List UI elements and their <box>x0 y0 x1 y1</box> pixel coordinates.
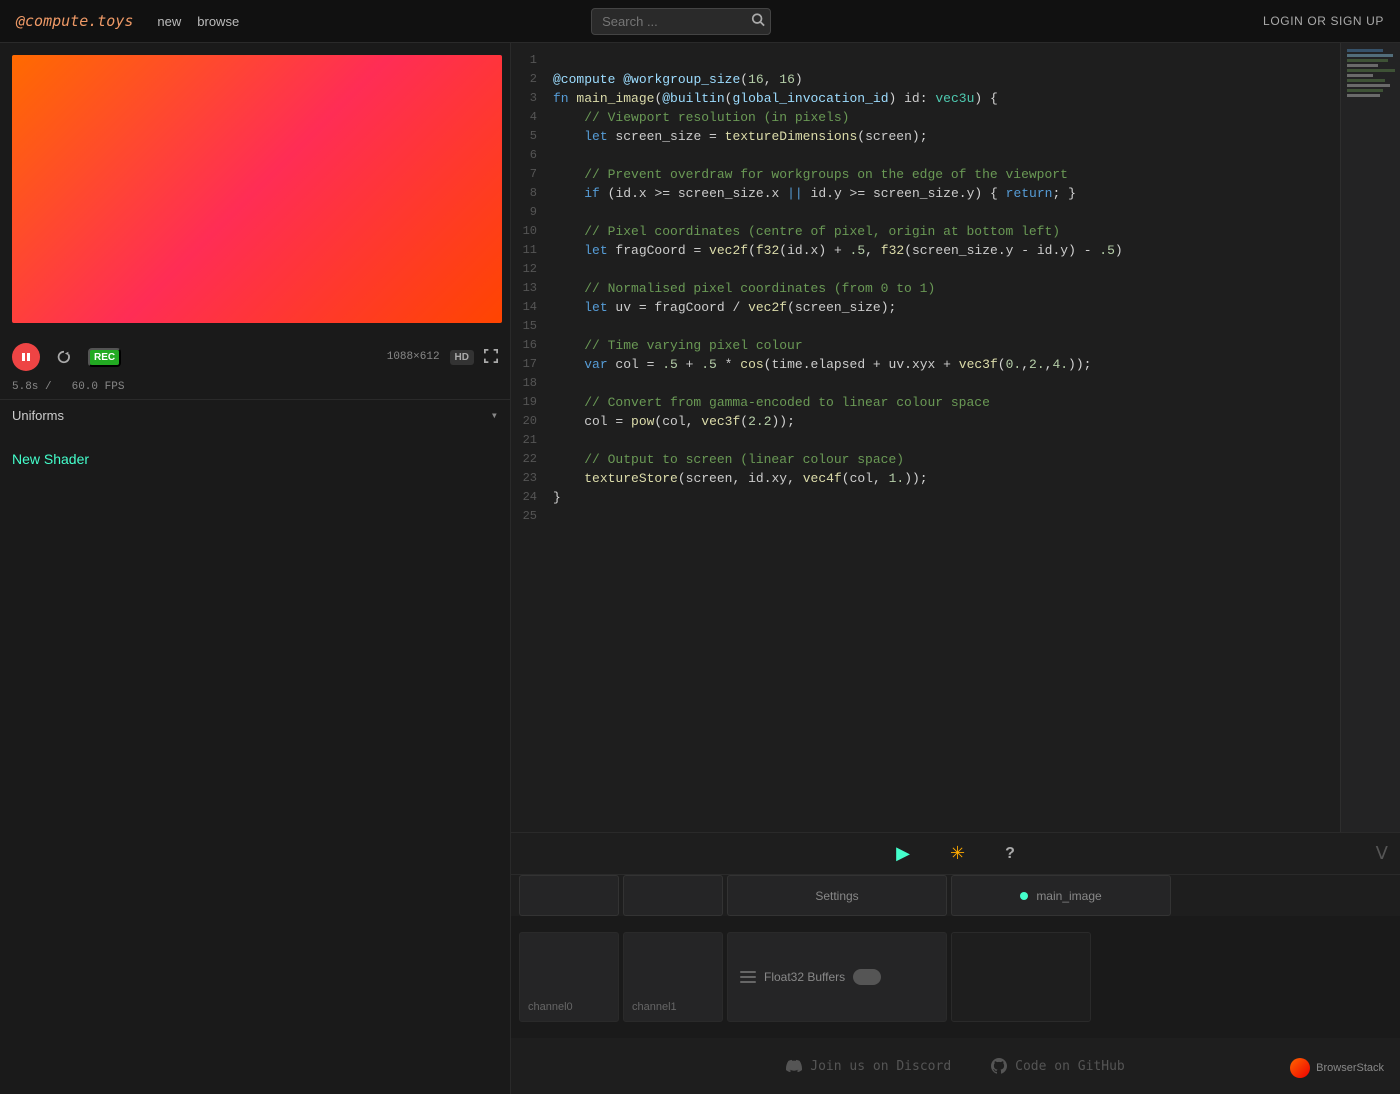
code-line-10: 10 // Pixel coordinates (centre of pixel… <box>511 222 1400 241</box>
logo-suffix: toys <box>97 12 133 30</box>
controls-bar: REC 1088×612 HD <box>0 335 510 379</box>
code-line-22: 22 // Output to screen (linear colour sp… <box>511 450 1400 469</box>
uniforms-label: Uniforms <box>12 408 491 423</box>
float32-tab[interactable]: Float32 Buffers <box>727 932 947 1022</box>
new-shader-area: New Shader <box>0 431 510 1094</box>
logo-prefix: @compute. <box>16 12 97 30</box>
stats-row: 5.8s / 60.0 FPS <box>0 379 510 399</box>
code-line-8: 8 if (id.x >= screen_size.x || id.y >= s… <box>511 184 1400 203</box>
volta-icon: Ⅴ <box>1376 843 1388 865</box>
channel1-tab[interactable]: channel1 <box>623 932 723 1022</box>
auth-links[interactable]: LOGIN OR SIGN UP <box>1263 14 1384 28</box>
code-line-25: 25 <box>511 507 1400 526</box>
search-button[interactable] <box>751 13 765 30</box>
restart-button[interactable] <box>50 343 78 371</box>
tab-settings[interactable]: Settings <box>727 875 947 916</box>
code-line-5: 5 let screen_size = textureDimensions(sc… <box>511 127 1400 146</box>
code-line-17: 17 var col = .5 + .5 * cos(time.elapsed … <box>511 355 1400 374</box>
code-line-6: 6 <box>511 146 1400 165</box>
bottom-tab-bar: channel0 channel1 Float32 Buffers <box>519 932 1392 1022</box>
browserstack-badge: BrowserStack <box>1290 1058 1384 1078</box>
minimap <box>1340 43 1400 832</box>
code-line-24: 24 } <box>511 488 1400 507</box>
footer-links: Join us on Discord Code on GitHub <box>511 1038 1400 1094</box>
code-line-19: 19 // Convert from gamma-encoded to line… <box>511 393 1400 412</box>
github-label: Code on GitHub <box>1015 1059 1125 1074</box>
active-indicator <box>1020 892 1028 900</box>
tab-1[interactable] <box>519 875 619 916</box>
right-panel: 1 2 @compute @workgroup_size(16, 16) 3 f… <box>510 43 1400 1094</box>
code-editor[interactable]: 1 2 @compute @workgroup_size(16, 16) 3 f… <box>511 43 1400 832</box>
nav-new[interactable]: new <box>157 14 181 29</box>
browserstack-label: BrowserStack <box>1316 1062 1384 1074</box>
logo: @compute.toys <box>16 12 133 30</box>
editor-footer: ▶ ✳ ? Ⅴ <box>511 832 1400 874</box>
float32-label: Float32 Buffers <box>764 970 845 984</box>
discord-label: Join us on Discord <box>810 1059 951 1074</box>
code-line-20: 20 col = pow(col, vec3f(2.2)); <box>511 412 1400 431</box>
code-line-3: 3 fn main_image(@builtin(global_invocati… <box>511 89 1400 108</box>
chevron-down-icon: ▾ <box>491 408 498 423</box>
channel1-label: channel1 <box>632 1001 677 1013</box>
tab-bar-top: Settings main_image <box>511 874 1400 916</box>
hd-button[interactable]: HD <box>450 350 474 365</box>
main-layout: REC 1088×612 HD 5.8s / 60.0 FPS Uniforms… <box>0 43 1400 1094</box>
resolution-display: 1088×612 <box>387 351 440 363</box>
code-line-14: 14 let uv = fragCoord / vec2f(screen_siz… <box>511 298 1400 317</box>
code-line-16: 16 // Time varying pixel colour <box>511 336 1400 355</box>
tab-2[interactable] <box>623 875 723 916</box>
code-line-1: 1 <box>511 51 1400 70</box>
bottom-section: channel0 channel1 Float32 Buffers <box>511 916 1400 1038</box>
preview-container <box>12 55 502 323</box>
new-shader-link[interactable]: New Shader <box>12 451 89 467</box>
code-line-21: 21 <box>511 431 1400 450</box>
code-line-11: 11 let fragCoord = vec2f(f32(id.x) + .5,… <box>511 241 1400 260</box>
discord-link[interactable]: Join us on Discord <box>786 1058 951 1074</box>
fps-display: 60.0 FPS <box>72 381 125 393</box>
channel0-tab[interactable]: channel0 <box>519 932 619 1022</box>
preview-canvas <box>12 55 502 323</box>
nav-browse[interactable]: browse <box>197 14 239 29</box>
play-button[interactable]: ▶ <box>896 843 910 864</box>
code-line-23: 23 textureStore(screen, id.xy, vec4f(col… <box>511 469 1400 488</box>
search-input[interactable] <box>591 8 771 35</box>
time-display: 5.8s / <box>12 381 52 393</box>
topnav: @compute.toys new browse LOGIN OR SIGN U… <box>0 0 1400 43</box>
uniforms-row[interactable]: Uniforms ▾ <box>0 399 510 431</box>
code-line-18: 18 <box>511 374 1400 393</box>
search-container <box>591 8 771 35</box>
code-line-7: 7 // Prevent overdraw for workgroups on … <box>511 165 1400 184</box>
pause-button[interactable] <box>12 343 40 371</box>
code-line-13: 13 // Normalised pixel coordinates (from… <box>511 279 1400 298</box>
tab-main-image[interactable]: main_image <box>951 875 1171 916</box>
help-button[interactable]: ? <box>1005 845 1015 863</box>
left-panel: REC 1088×612 HD 5.8s / 60.0 FPS Uniforms… <box>0 43 510 1094</box>
code-line-4: 4 // Viewport resolution (in pixels) <box>511 108 1400 127</box>
fullscreen-button[interactable] <box>484 349 498 366</box>
empty-tab <box>951 932 1091 1022</box>
code-line-12: 12 <box>511 260 1400 279</box>
code-line-15: 15 <box>511 317 1400 336</box>
code-line-9: 9 <box>511 203 1400 222</box>
compile-button[interactable]: ✳ <box>950 843 965 864</box>
channel0-label: channel0 <box>528 1001 573 1013</box>
rec-button[interactable]: REC <box>88 348 121 367</box>
float32-toggle[interactable] <box>853 969 881 985</box>
code-line-2: 2 @compute @workgroup_size(16, 16) <box>511 70 1400 89</box>
browserstack-logo <box>1290 1058 1310 1078</box>
github-link[interactable]: Code on GitHub <box>991 1058 1125 1074</box>
tab-main-image-label: main_image <box>1036 889 1101 903</box>
